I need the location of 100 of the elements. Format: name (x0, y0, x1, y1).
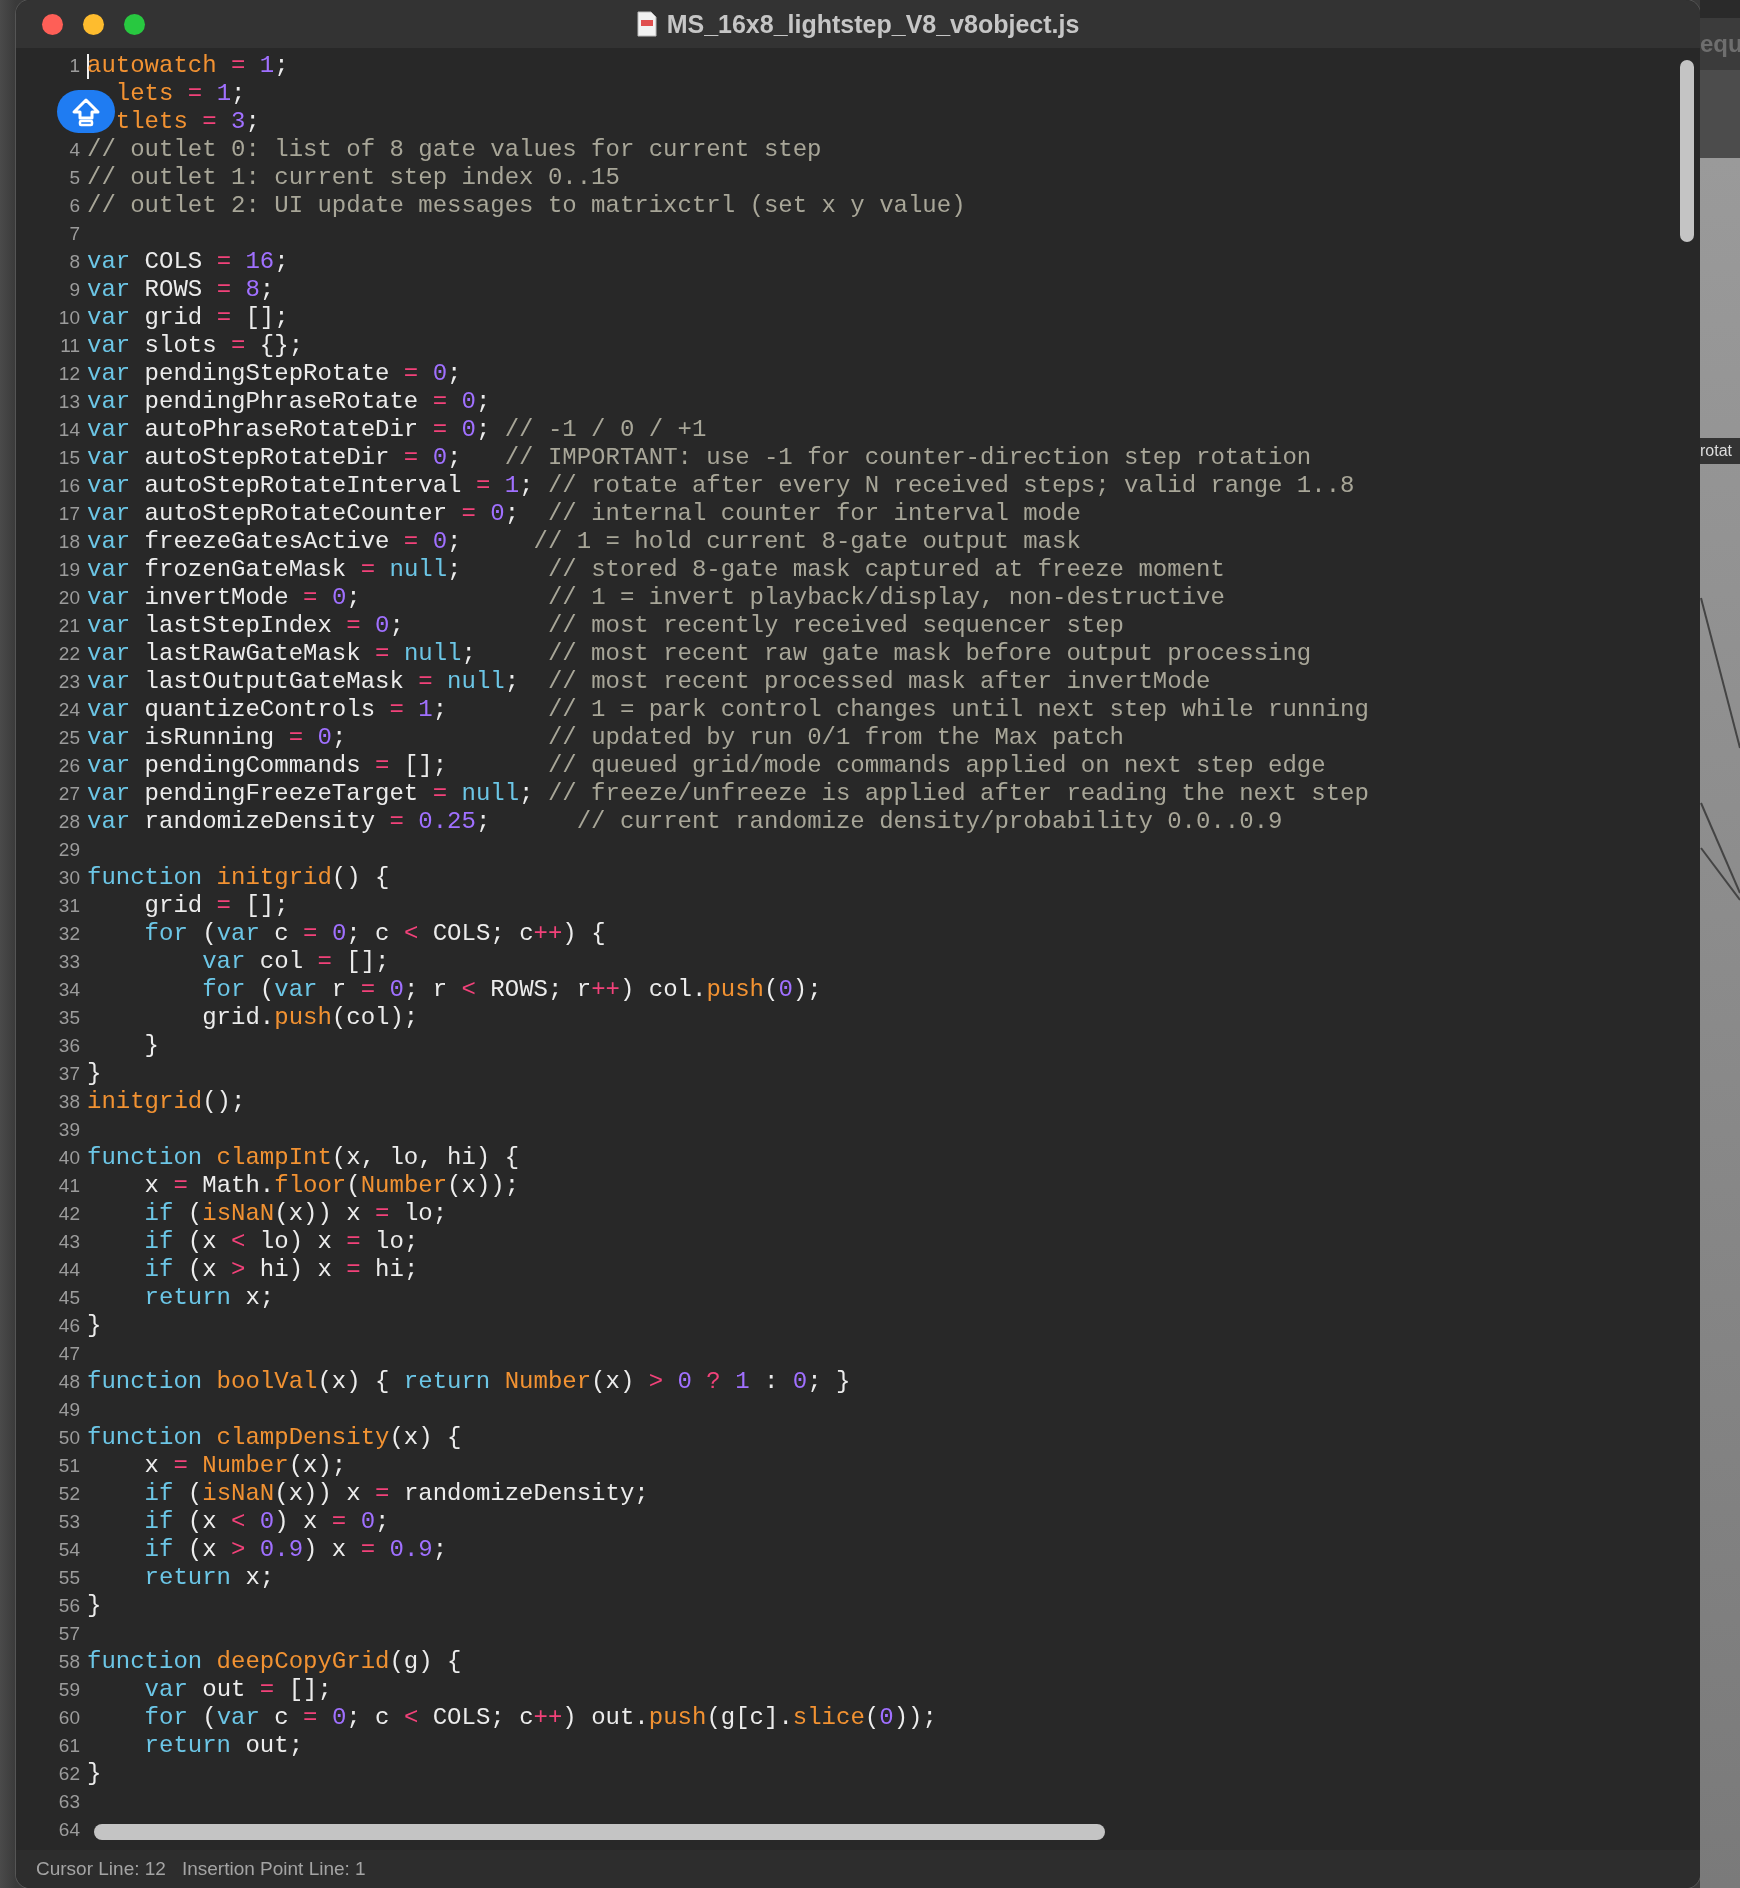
code-line: if (x < lo) x = lo; (143, 1228, 419, 1256)
upload-button[interactable] (57, 90, 115, 133)
code-line: function boolVal(x) { return Number(x) > 0 ? 1 : 0; } (87, 1368, 851, 1396)
code-line: var ROWS = 8; (87, 276, 275, 304)
minimize-button[interactable] (83, 13, 104, 35)
code-line: tlets = 3; (114, 108, 260, 136)
line-number: 16 (58, 475, 80, 497)
line-number: 60 (58, 1707, 80, 1729)
code-line: var isRunning = 0; // updated by run 0/1 from the Max patch (87, 724, 1124, 752)
line-number: 9 (69, 279, 80, 301)
code-line: if (x > 0.9) x = 0.9; (143, 1536, 448, 1564)
code-line: var COLS = 16; (87, 248, 289, 276)
line-number: 62 (58, 1763, 80, 1785)
line-number: 27 (58, 783, 80, 805)
line-number: 35 (58, 1007, 80, 1029)
vertical-scrollbar[interactable] (1680, 60, 1694, 242)
code-line: initgrid(); (87, 1088, 246, 1116)
insertion-point-status: Insertion Point Line: 1 (181, 1858, 366, 1880)
line-number: 32 (58, 923, 80, 945)
code-line: var lastRawGateMask = null; // most recent raw gate mask before output processing (87, 640, 1312, 668)
code-line: x = Math.floor(Number(x)); (143, 1172, 520, 1200)
line-number: 23 (58, 671, 80, 693)
zoom-button[interactable] (124, 13, 145, 35)
code-line: var pendingFreezeTarget = null; // freeze/unfreeze is applied after reading the next step (87, 780, 1369, 808)
code-line: x = Number(x); (143, 1452, 347, 1480)
code-line: var lastStepIndex = 0; // most recently received sequencer step (87, 612, 1124, 640)
line-number: 52 (58, 1483, 80, 1505)
line-number: 42 (58, 1203, 80, 1225)
line-number: 47 (58, 1343, 80, 1365)
code-line: for (var c = 0; c < COLS; c++) out.push(g[c].slice(0)); (143, 1704, 937, 1732)
line-number: 34 (58, 979, 80, 1001)
line-number: 7 (69, 223, 80, 245)
line-number: 45 (58, 1287, 80, 1309)
line-number: 58 (58, 1651, 80, 1673)
code-line: if (x < 0) x = 0; (143, 1508, 390, 1536)
line-number: 18 (58, 531, 80, 553)
line-number: 30 (58, 867, 80, 889)
code-line: if (isNaN(x)) x = lo; (143, 1200, 448, 1228)
code-line: } (87, 1592, 102, 1620)
line-number: 37 (58, 1063, 80, 1085)
code-line: function initgrid() { (87, 864, 390, 892)
line-number: 17 (58, 503, 80, 525)
line-number: 43 (58, 1231, 80, 1253)
code-line: var pendingStepRotate = 0; (87, 360, 462, 388)
line-number: 41 (58, 1175, 80, 1197)
code-line: for (var r = 0; r < ROWS; r++) col.push(0); (201, 976, 822, 1004)
line-number: 39 (58, 1119, 80, 1141)
line-number: 8 (69, 251, 80, 273)
code-line: function deepCopyGrid(g) { (87, 1648, 462, 1676)
line-number: 6 (69, 195, 80, 217)
code-line: // outlet 1: current step index 0..15 (87, 164, 620, 192)
line-number: 13 (58, 391, 80, 413)
code-line: for (var c = 0; c < COLS; c++) { (143, 920, 606, 948)
horizontal-scrollbar[interactable] (94, 1824, 1105, 1840)
code-line: var frozenGateMask = null; // stored 8-gate mask captured at freeze moment (87, 556, 1225, 584)
line-number: 33 (58, 951, 80, 973)
code-line: var autoPhraseRotateDir = 0; // -1 / 0 / +1 (87, 416, 707, 444)
code-line: var autoStepRotateInterval = 1; // rotate after every N received steps; valid range 1..8 (87, 472, 1355, 500)
line-number: 61 (58, 1735, 80, 1757)
code-line: function clampDensity(x) { (87, 1424, 462, 1452)
line-number: 19 (58, 559, 80, 581)
line-number: 11 (60, 335, 80, 357)
line-number: 26 (58, 755, 80, 777)
cursor-line-status: Cursor Line: 12 (36, 1858, 166, 1880)
close-button[interactable] (42, 13, 63, 35)
line-number: 31 (58, 895, 80, 917)
code-line: } (143, 1032, 159, 1060)
window-title: MS_16x8_lightstep_V8_v8object.js (666, 9, 1080, 39)
line-number: 51 (58, 1455, 80, 1477)
code-line: return x; (143, 1284, 275, 1312)
line-number: 63 (58, 1791, 80, 1813)
line-number: 12 (58, 363, 80, 385)
code-line: var slots = {}; (87, 332, 304, 360)
line-number: 38 (58, 1091, 80, 1113)
line-number: 59 (58, 1679, 80, 1701)
code-line: var invertMode = 0; // 1 = invert playback/display, non-destructive (87, 584, 1225, 612)
code-line: // outlet 2: UI update messages to matrixctrl (set x y value) (87, 192, 966, 220)
code-line: return x; (143, 1564, 275, 1592)
line-number: 14 (58, 419, 80, 441)
line-number: 25 (58, 727, 80, 749)
line-number: 22 (58, 643, 80, 665)
code-line: var quantizeControls = 1; // 1 = park control changes until next step while running (87, 696, 1369, 724)
code-line: var lastOutputGateMask = null; // most recent processed mask after invertMode (87, 668, 1211, 696)
code-line: grid = []; (143, 892, 289, 920)
arrow-up-icon (71, 96, 101, 127)
line-number: 44 (58, 1259, 80, 1281)
code-line: function clampInt(x, lo, hi) { (87, 1144, 520, 1172)
line-number: 4 (69, 139, 80, 161)
line-number: 49 (58, 1399, 80, 1421)
line-number: 64 (58, 1819, 80, 1841)
patch-object[interactable]: rotat (1700, 438, 1740, 464)
line-number: 46 (58, 1315, 80, 1337)
code-line: var pendingCommands = []; // queued grid/mode commands applied on next step edge (87, 752, 1326, 780)
line-number: 36 (58, 1035, 80, 1057)
code-line: return out; (143, 1732, 304, 1760)
line-number: 15 (58, 447, 80, 469)
code-line: if (x > hi) x = hi; (143, 1256, 419, 1284)
line-number: 28 (58, 811, 80, 833)
line-number: 55 (58, 1567, 80, 1589)
line-number: 57 (58, 1623, 80, 1645)
